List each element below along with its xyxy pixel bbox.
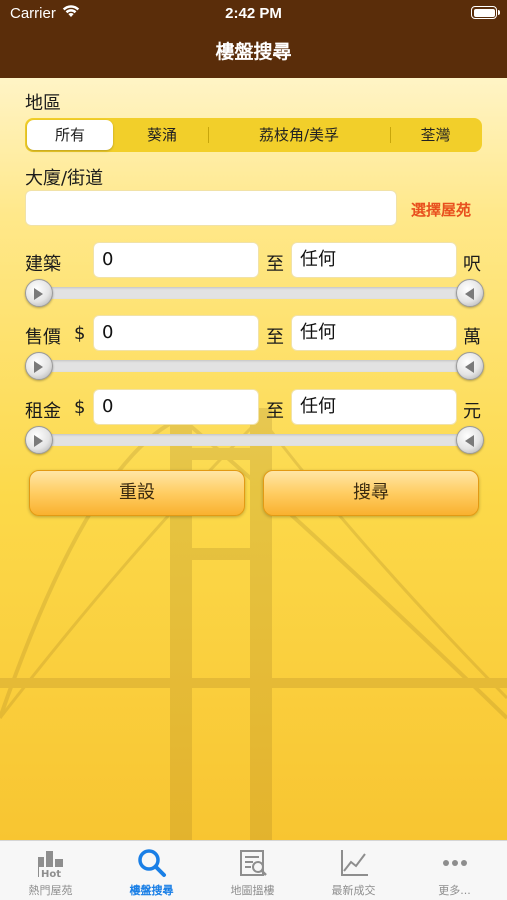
district-option-all[interactable]: 所有 (27, 120, 113, 150)
price-min-input[interactable]: 0 (93, 315, 259, 351)
building-label: 大廈/街道 (25, 168, 104, 189)
area-max-input[interactable]: 任何 (291, 242, 457, 278)
search-icon (138, 849, 166, 877)
map-search-icon (240, 850, 267, 876)
tab-bar: Hot 熱門屋苑 樓盤搜尋 地圖搵樓 最新成交 更多... (0, 840, 507, 900)
district-segmented-control: 所有 葵涌 荔枝角/美孚 荃灣 (25, 118, 482, 152)
tab-hot-buildings-label: 熱門屋苑 (28, 884, 73, 897)
tab-more[interactable]: 更多... (404, 841, 505, 900)
search-button[interactable]: 搜尋 (263, 470, 479, 516)
rent-to-label: 至 (266, 401, 284, 422)
area-unit-label: 呎 (463, 254, 481, 275)
rent-min-input[interactable]: 0 (93, 389, 259, 425)
battery-icon (471, 6, 500, 19)
reset-button[interactable]: 重設 (29, 470, 245, 516)
tab-hot-buildings[interactable]: Hot 熱門屋苑 (0, 841, 101, 900)
price-min-slider-handle[interactable] (25, 352, 53, 380)
price-label: 售價 (25, 327, 61, 348)
rent-unit-label: 元 (463, 401, 481, 422)
price-range-slider[interactable] (38, 360, 470, 372)
tab-property-search[interactable]: 樓盤搜尋 (101, 841, 202, 900)
more-icon (443, 860, 467, 866)
rent-max-input[interactable]: 任何 (291, 389, 457, 425)
tab-more-label: 更多... (438, 884, 471, 897)
search-form: 地區 所有 葵涌 荔枝角/美孚 荃灣 大廈/街道 選擇屋苑 建築 0 至 任何 … (0, 78, 507, 840)
nav-bar: 樓盤搜尋 (0, 28, 507, 78)
status-bar: Carrier 2:42 PM (0, 0, 507, 28)
rent-min-slider-handle[interactable] (25, 426, 53, 454)
district-option-lai-chi-kok[interactable]: 荔枝角/美孚 (209, 120, 389, 150)
area-min-slider-handle[interactable] (25, 279, 53, 307)
tab-property-search-label: 樓盤搜尋 (129, 884, 174, 897)
rent-currency-label: $ (74, 397, 86, 418)
svg-text:Hot: Hot (41, 869, 61, 879)
page-title: 樓盤搜尋 (215, 41, 292, 63)
area-label: 建築 (25, 254, 61, 275)
hot-buildings-icon: Hot (38, 851, 64, 879)
area-min-input[interactable]: 0 (93, 242, 259, 278)
select-estate-link[interactable]: 選擇屋苑 (411, 199, 471, 220)
price-unit-label: 萬 (463, 327, 481, 348)
rent-range-slider[interactable] (38, 434, 470, 446)
price-max-input[interactable]: 任何 (291, 315, 457, 351)
area-max-slider-handle[interactable] (456, 279, 484, 307)
district-option-tsuen-wan[interactable]: 荃灣 (391, 120, 480, 150)
rent-label: 租金 (25, 401, 61, 422)
area-to-label: 至 (266, 254, 284, 275)
price-max-slider-handle[interactable] (456, 352, 484, 380)
price-to-label: 至 (266, 327, 284, 348)
tab-map-search[interactable]: 地圖搵樓 (202, 841, 303, 900)
area-range-slider[interactable] (38, 287, 470, 299)
price-currency-label: $ (74, 323, 86, 344)
district-label: 地區 (25, 93, 61, 114)
clock: 2:42 PM (225, 5, 282, 22)
tab-latest-transactions[interactable]: 最新成交 (303, 841, 404, 900)
district-option-kwai-chung[interactable]: 葵涌 (117, 120, 207, 150)
chart-icon (341, 850, 368, 876)
tab-map-search-label: 地圖搵樓 (230, 884, 275, 897)
building-street-input[interactable] (25, 190, 397, 226)
rent-max-slider-handle[interactable] (456, 426, 484, 454)
tab-latest-transactions-label: 最新成交 (331, 884, 376, 897)
